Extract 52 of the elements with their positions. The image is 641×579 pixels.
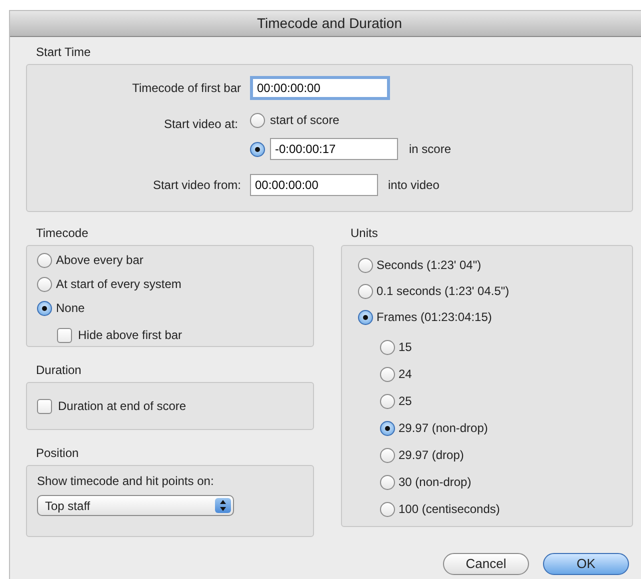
radio-button[interactable] — [380, 474, 394, 490]
radio-label: 15 — [398, 339, 412, 356]
radio-button[interactable] — [380, 420, 394, 436]
radio-label: 24 — [398, 366, 412, 383]
radio-button[interactable] — [37, 300, 52, 316]
radio-button[interactable] — [358, 310, 372, 324]
offset-field[interactable]: -0:00:00:17 — [270, 138, 398, 160]
radio-label: start of score — [270, 112, 340, 129]
radio-button[interactable] — [250, 142, 265, 156]
field-label: Start video at: — [164, 117, 238, 131]
radio-button[interactable] — [380, 340, 394, 354]
checkbox-label: Hide above first bar — [78, 327, 182, 344]
group-label: Position — [36, 445, 80, 462]
group-label: Duration — [36, 362, 82, 379]
radio-button[interactable] — [250, 112, 265, 128]
radio-label: Seconds (1:23' 04") — [376, 257, 482, 274]
checkbox-label: Duration at end of score — [58, 398, 186, 415]
stepper-icon — [215, 498, 231, 513]
video-start-field[interactable]: 00:00:00:00 — [250, 174, 378, 196]
group-label: Start Time — [36, 44, 92, 61]
field-label: Timecode of first bar — [132, 81, 241, 95]
checkbox[interactable] — [37, 398, 52, 414]
radio-label: 30 (non-drop) — [398, 474, 472, 491]
radio-button[interactable] — [37, 252, 52, 268]
timecode-field[interactable]: 00:00:00:00 — [250, 76, 390, 100]
radio-label: 0.1 seconds (1:23' 04.5") — [376, 283, 510, 300]
radio-button[interactable] — [37, 276, 52, 292]
ok-button[interactable]: OK — [543, 553, 629, 575]
radio-label: 100 (centiseconds) — [398, 501, 500, 518]
radio-button[interactable] — [380, 502, 394, 516]
radio-label: Above every bar — [56, 252, 144, 269]
radio-label: 29.97 (non-drop) — [398, 420, 488, 437]
radio-label: At start of every system — [56, 276, 182, 293]
staff-select[interactable]: Top staff — [37, 495, 234, 516]
group-label: Units — [350, 225, 379, 242]
window-title: Timecode and Duration — [256, 14, 402, 33]
field-suffix: into video — [388, 177, 440, 194]
group-label: Timecode — [36, 225, 90, 242]
radio-button[interactable] — [380, 448, 394, 462]
radio-label: None — [56, 300, 85, 317]
radio-label: 25 — [398, 393, 412, 410]
radio-label: 29.97 (drop) — [398, 447, 464, 464]
field-suffix: in score — [409, 141, 452, 158]
radio-button[interactable] — [358, 284, 372, 298]
cancel-button[interactable]: Cancel — [443, 553, 529, 575]
radio-button[interactable] — [380, 394, 394, 408]
field-label: Start video from: — [152, 178, 241, 192]
radio-button[interactable] — [358, 258, 372, 272]
checkbox[interactable] — [57, 328, 72, 342]
radio-label: Frames (01:23:04:15) — [376, 309, 492, 326]
select-prompt: Show timecode and hit points on: — [37, 473, 215, 490]
radio-button[interactable] — [380, 366, 394, 382]
